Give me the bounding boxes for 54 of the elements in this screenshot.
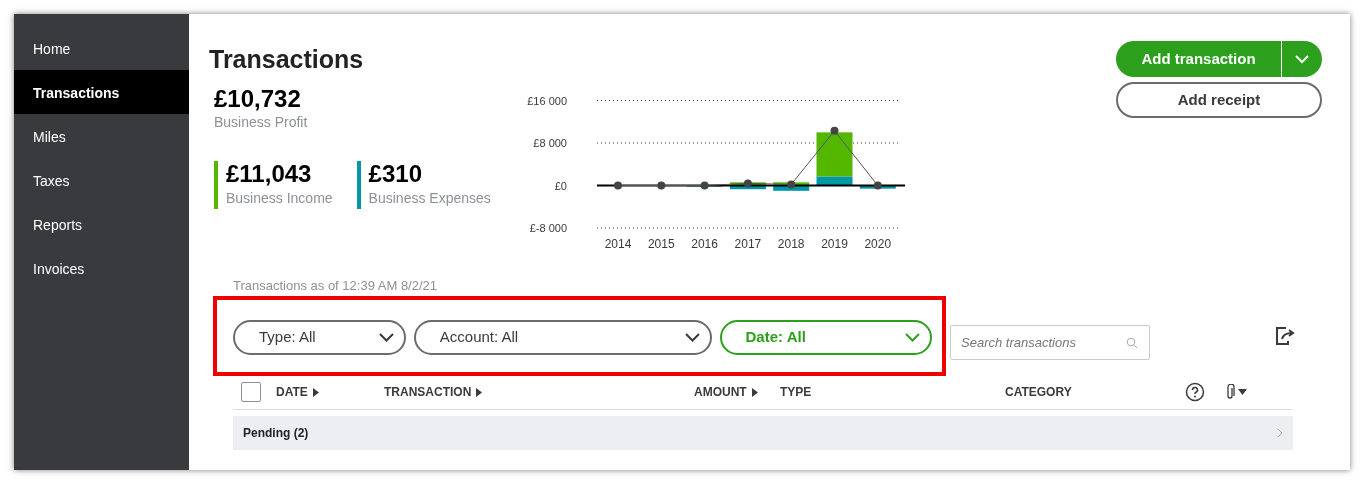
add-receipt-button[interactable]: Add receipt [1116,82,1322,118]
group-row[interactable]: Pending (2) [233,415,1293,450]
column-label: CATEGORY [1005,384,1072,401]
sidebar-item[interactable]: Transactions [14,70,189,114]
column-header[interactable]: AMOUNT [694,383,747,401]
data-point [787,180,796,189]
chevron-down-icon [378,332,394,342]
amount-value: £310 [368,161,423,188]
page-title: Transactions [209,44,365,74]
chevron-down-icon [684,332,700,342]
axis-label: 2020 [864,237,892,251]
data-point [657,181,666,190]
select-all-checkbox[interactable] [241,382,261,402]
search-field[interactable]: Search transactions [950,324,1150,360]
group-label: Pending (2) [243,424,309,442]
search-icon [1126,336,1138,349]
axis-label: 2019 [821,237,848,251]
data-point [614,181,622,190]
chevron-down-icon [1295,54,1309,64]
data-point [830,126,839,135]
caret-icon[interactable] [1238,389,1247,395]
axis-label: 2015 [647,237,675,251]
axis-label: 2016 [691,237,718,251]
amount-label: Business Expenses [368,188,491,208]
axis-label: 2014 [604,237,632,251]
data-point [873,181,882,190]
sidebar-item[interactable]: Reports [14,202,189,246]
column-header[interactable]: DATE [276,383,308,401]
column-header[interactable]: TRANSACTION [384,383,472,401]
data-point [700,181,709,190]
axis-label: £-8 000 [529,222,567,234]
filter-dropdown[interactable]: Type: All [233,319,406,355]
export-icon[interactable] [1274,325,1296,346]
sidebar-item[interactable]: Home [14,26,189,70]
filter-dropdown[interactable]: Account: All [413,319,712,355]
sidebar-item[interactable]: Miles [14,114,189,158]
chevron-right-icon [1277,427,1283,438]
axis-label: £16 000 [527,94,567,107]
profit-label: Business Profit [214,113,309,133]
amount-value: £11,043 [226,161,313,188]
chevron-down-icon [905,332,920,342]
axis-label: £0 [554,179,567,192]
amount-label: Business Income [226,188,333,208]
profit-amount: £10,732 [214,86,302,113]
timestamp-text: Transactions as of 12:39 AM 8/2/21 [233,277,439,295]
paperclip-icon[interactable] [1225,384,1235,400]
data-point [743,179,752,188]
sidebar-item[interactable]: Taxes [14,158,189,202]
axis-label: 2017 [734,237,762,251]
help-icon[interactable] [1185,382,1205,402]
column-label: TYPE [780,384,812,401]
sidebar-item[interactable]: Invoices [14,246,189,290]
axis-label: £8 000 [533,137,567,149]
axis-label: 2018 [777,237,805,251]
